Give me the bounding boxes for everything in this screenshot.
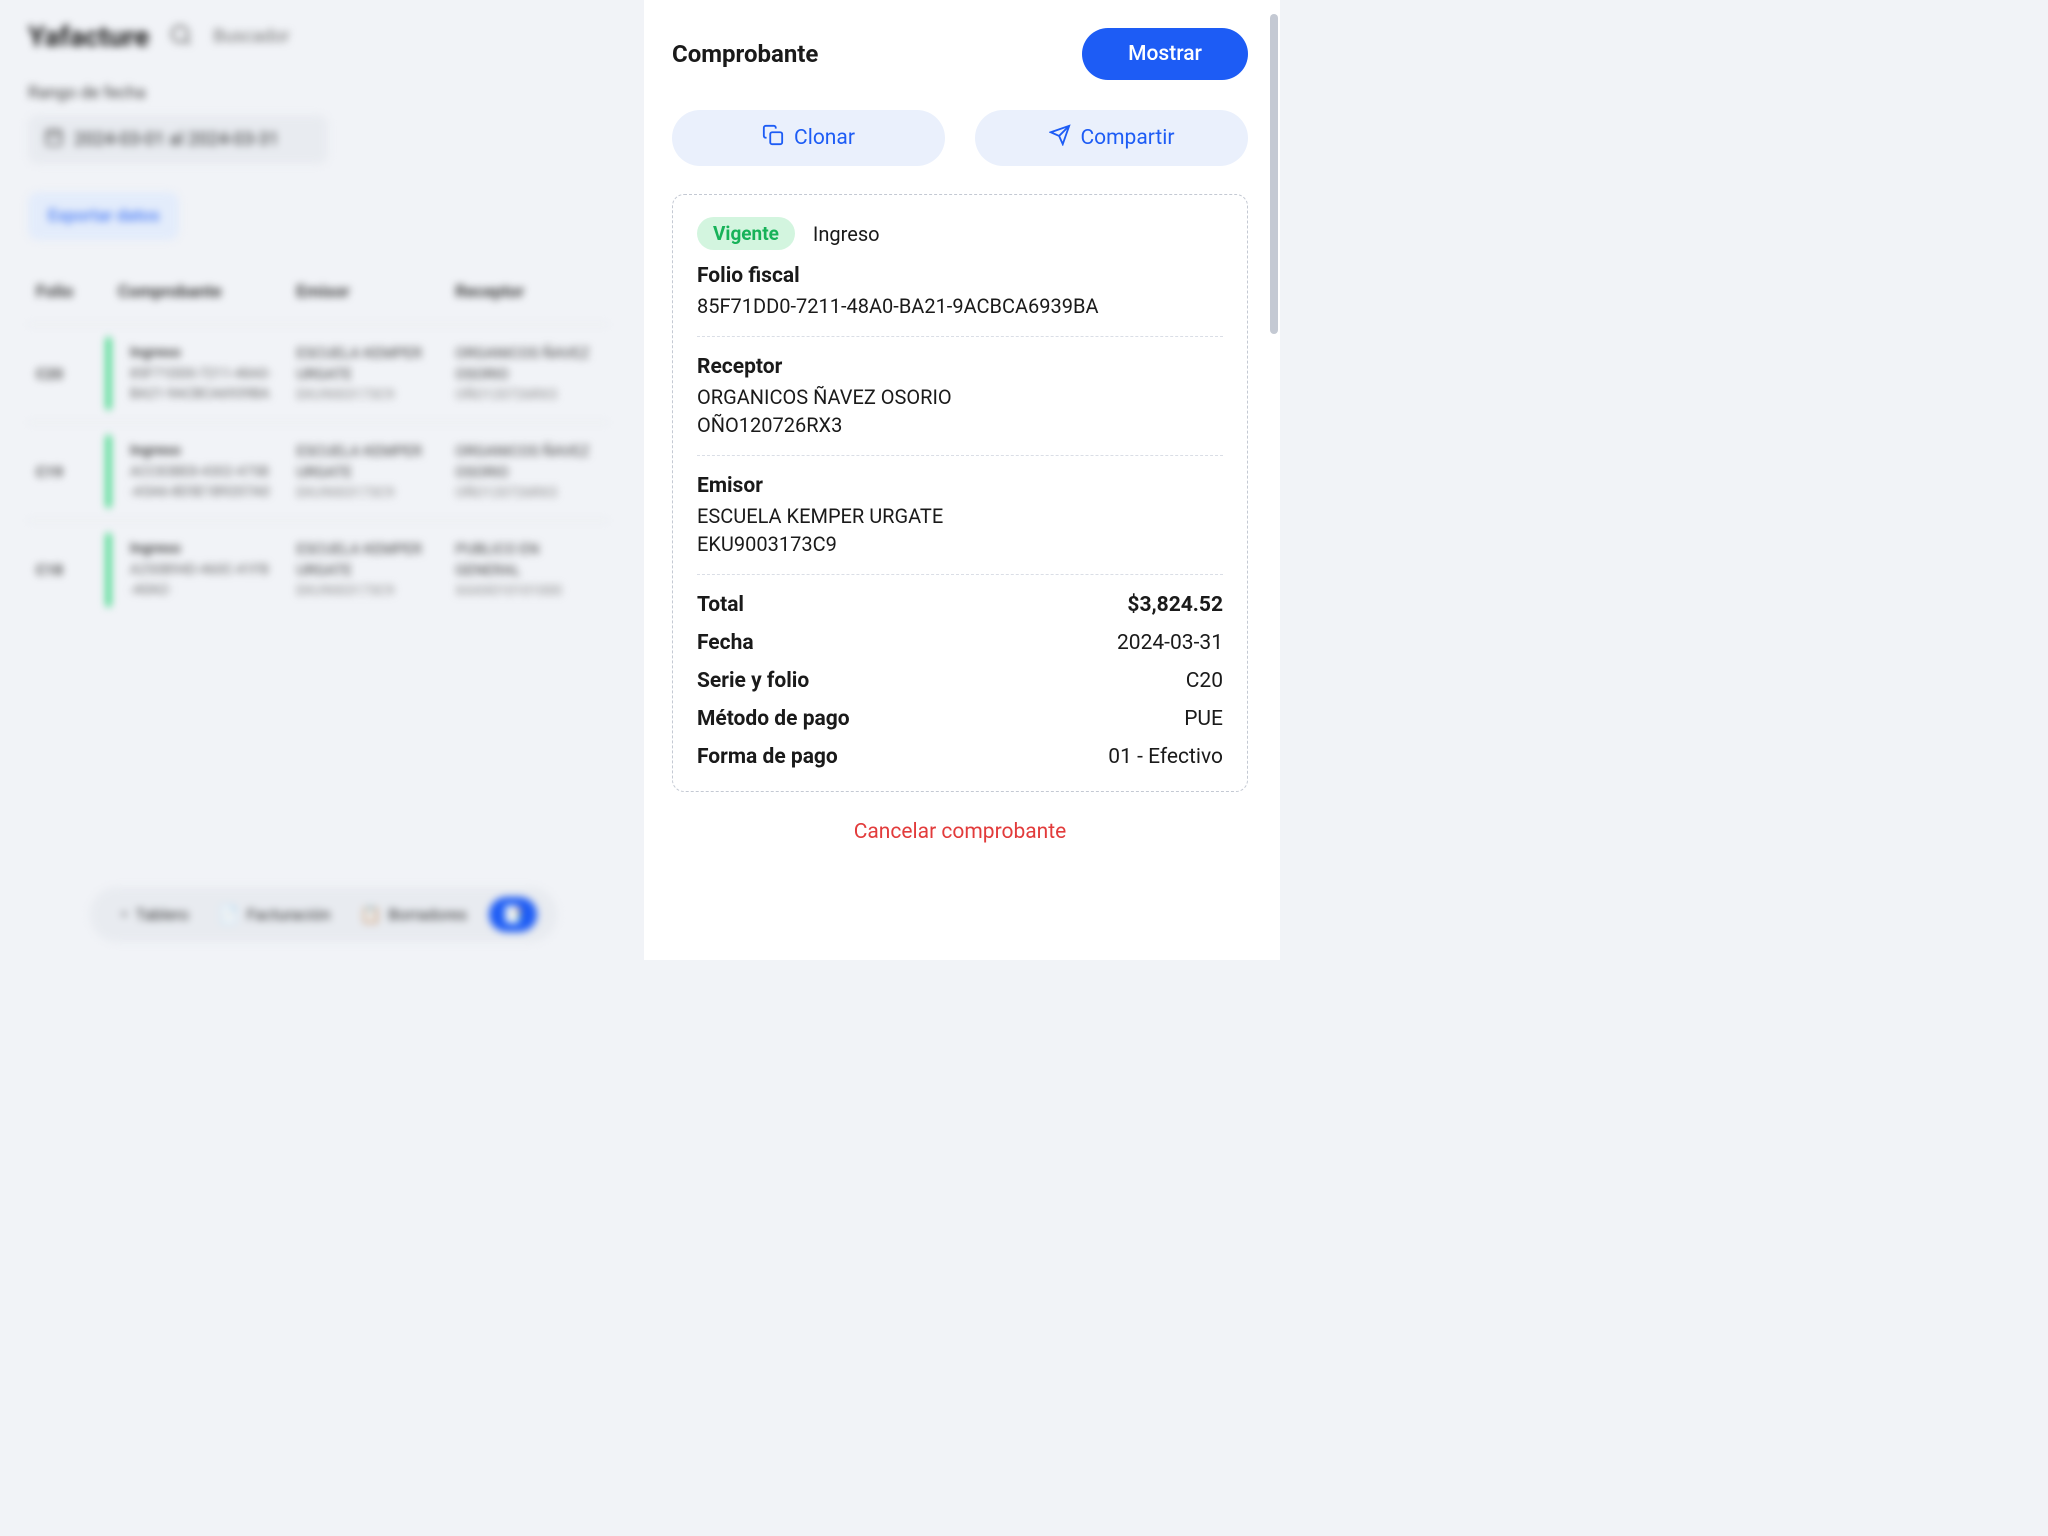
row-uuid: 85F71DD0-7211-48A0-BA21-9ACBCA6939BA [130, 365, 273, 404]
emisor-name: ESCUELA KEMPER URGATE [697, 504, 1223, 528]
row-type: Ingreso [130, 539, 273, 557]
emisor-rfc: EKU9003173C9 [697, 532, 1223, 556]
total-value: $3,824.52 [1127, 593, 1223, 617]
export-data-button[interactable]: Exportar datos [28, 192, 179, 240]
folio-fiscal-value: 85F71DD0-7211-48A0-BA21-9ACBCA6939BA [697, 294, 1223, 318]
folio-fiscal-label: Folio fiscal [697, 264, 1223, 288]
search-input[interactable] [213, 26, 608, 47]
active-tab-icon: 📑 [503, 905, 523, 924]
total-label: Total [697, 593, 744, 617]
tab-tablero[interactable]: ◔ Tablero [110, 899, 197, 931]
date-range-field[interactable]: 2024-03-01 al 2024-03-31 [28, 115, 328, 164]
scrollbar[interactable] [1270, 14, 1278, 334]
date-range-value: 2024-03-01 al 2024-03-31 [74, 129, 279, 150]
divider [697, 455, 1223, 456]
row-uuid: ACC83BE8-4302-475B-A5A6-8D5E1B9207A0 [130, 463, 273, 502]
tab-facturacion[interactable]: 📄 Facturación [211, 899, 339, 930]
row-receptor-rfc: OÑO120726RX3 [455, 485, 600, 501]
calendar-icon [44, 127, 64, 152]
row-type: Ingreso [130, 441, 273, 459]
receptor-label: Receptor [697, 355, 1223, 379]
col-comprobante: Comprobante [118, 282, 272, 302]
share-label: Compartir [1081, 126, 1175, 150]
detail-card: Vigente Ingreso Folio fiscal 85F71DD0-72… [672, 194, 1248, 792]
col-folio: Folio [36, 282, 94, 302]
drafts-icon: 📋 [360, 905, 380, 924]
row-uuid: A250B94D-460C-41FB-A0A2- [130, 561, 273, 600]
forma-pago-value: 01 - Efectivo [1108, 745, 1223, 769]
table-row[interactable]: C18 Ingreso A250B94D-460C-41FB-A0A2- ESC… [28, 520, 608, 618]
panel-title: Comprobante [672, 40, 818, 68]
row-receptor-name: ORGANICOS ÑAVEZ OSORIO [455, 441, 600, 483]
copy-icon [762, 124, 784, 152]
receptor-rfc: OÑO120726RX3 [697, 413, 1223, 437]
doc-type: Ingreso [813, 222, 880, 246]
date-range-label: Rango de fecha [28, 83, 608, 103]
metodo-pago-label: Método de pago [697, 707, 850, 731]
row-emisor-name: ESCUELA KEMPER URGATE [296, 343, 431, 385]
metodo-pago-value: PUE [1184, 707, 1223, 731]
status-badge: Vigente [697, 217, 795, 250]
row-receptor-rfc: OÑO120726RX3 [455, 387, 600, 403]
col-receptor: Receptor [455, 282, 600, 302]
tab-active[interactable]: 📑 [489, 897, 537, 932]
fecha-label: Fecha [697, 631, 754, 655]
row-folio: C18 [36, 539, 94, 600]
invoice-icon: 📄 [219, 905, 239, 924]
row-emisor-name: ESCUELA KEMPER URGATE [296, 539, 431, 581]
row-folio: C19 [36, 441, 94, 502]
serie-value: C20 [1186, 669, 1223, 693]
row-receptor-rfc: XAXX010101000 [455, 583, 600, 599]
cancel-comprobante-link[interactable]: Cancelar comprobante [672, 820, 1248, 844]
divider [697, 336, 1223, 337]
fecha-value: 2024-03-31 [1117, 631, 1223, 655]
row-folio: C20 [36, 343, 94, 404]
serie-label: Serie y folio [697, 669, 809, 693]
share-button[interactable]: Compartir [975, 110, 1248, 166]
show-button[interactable]: Mostrar [1082, 28, 1248, 80]
forma-pago-label: Forma de pago [697, 745, 838, 769]
detail-panel: Comprobante Mostrar Clonar Compartir Vig… [644, 0, 1280, 960]
row-receptor-name: ORGANICOS ÑAVEZ OSORIO [455, 343, 600, 385]
row-emisor-rfc: EKU9003173C9 [296, 485, 431, 501]
app-logo: Yafacture [28, 20, 149, 53]
table-header: Folio Comprobante Emisor Receptor [28, 272, 608, 312]
divider [697, 574, 1223, 575]
clone-button[interactable]: Clonar [672, 110, 945, 166]
col-emisor: Emisor [296, 282, 431, 302]
row-emisor-rfc: EKU9003173C9 [296, 387, 431, 403]
background-content: Yafacture Rango de fecha 2024-03-01 al 2… [0, 0, 636, 960]
row-emisor-name: ESCUELA KEMPER URGATE [296, 441, 431, 483]
tab-borradores[interactable]: 📋 Borradores [352, 899, 474, 930]
search-icon [169, 23, 193, 51]
clone-label: Clonar [794, 126, 855, 150]
table-row[interactable]: C19 Ingreso ACC83BE8-4302-475B-A5A6-8D5E… [28, 422, 608, 520]
receptor-name: ORGANICOS ÑAVEZ OSORIO [697, 385, 1223, 409]
table-row[interactable]: C20 Ingreso 85F71DD0-7211-48A0-BA21-9ACB… [28, 324, 608, 422]
row-receptor-name: PUBLICO EN GENERAL [455, 539, 600, 581]
send-icon [1049, 124, 1071, 152]
emisor-label: Emisor [697, 474, 1223, 498]
row-emisor-rfc: EKU9003173C9 [296, 583, 431, 599]
row-type: Ingreso [130, 343, 273, 361]
dashboard-icon: ◔ [118, 905, 128, 925]
bottom-nav: ◔ Tablero 📄 Facturación 📋 Borradores 📑 [90, 887, 557, 942]
